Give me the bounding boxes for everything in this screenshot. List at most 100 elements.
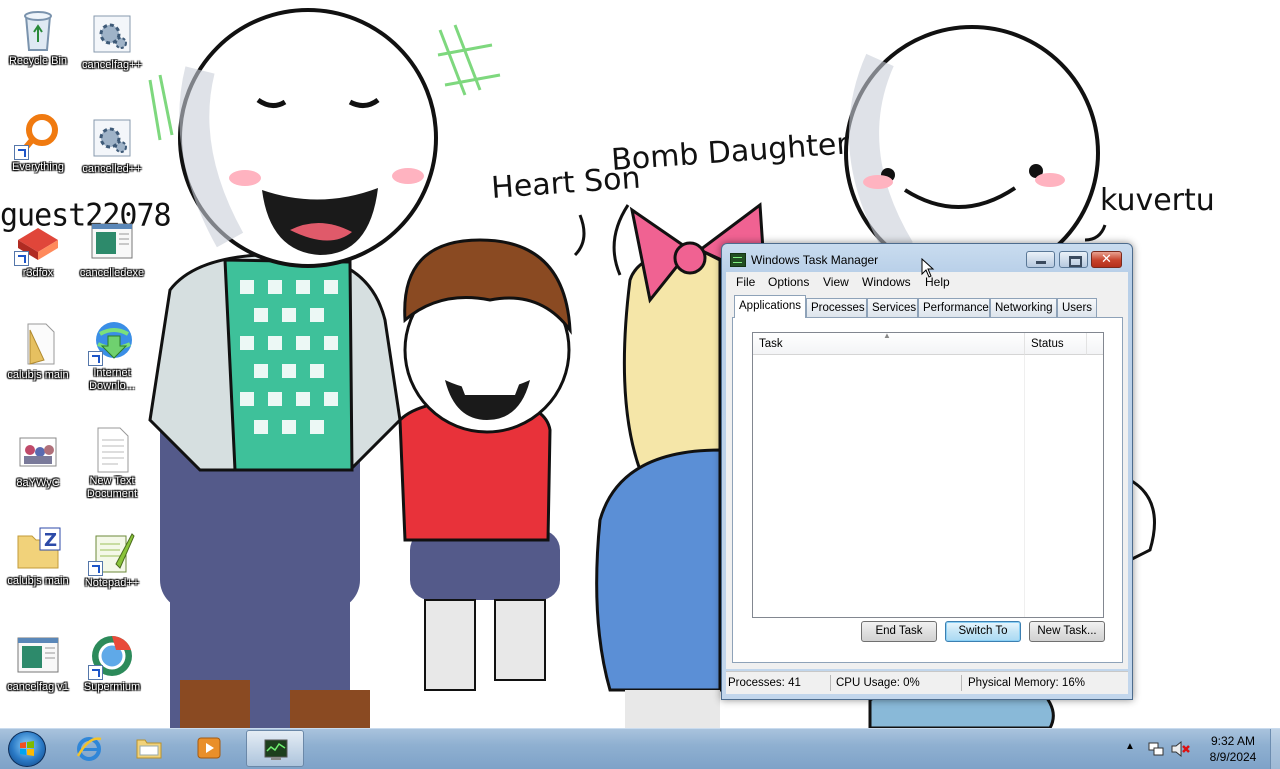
task-manager-window[interactable]: Windows Task Manager ✕ File Options View… — [721, 243, 1133, 700]
desktop-icon-label: calubjs main — [7, 575, 69, 587]
desktop-icon-label: Internet Downlo... — [89, 367, 135, 392]
image-file-icon — [14, 428, 62, 476]
column-label: Task — [759, 338, 783, 350]
shortcut-arrow-icon — [88, 351, 103, 366]
shortcut-arrow-icon — [88, 665, 103, 680]
settings-app-icon — [88, 114, 136, 162]
text-document-icon — [88, 426, 136, 474]
task-manager-body: Applications Processes Services Performa… — [726, 292, 1128, 669]
desktop-icon-label: calubjs main — [7, 369, 69, 381]
desktop-icon-label: cancelledexe — [79, 267, 145, 279]
status-processes: Processes: 41 — [726, 675, 831, 691]
column-divider — [1024, 355, 1025, 617]
desktop-icon-cancelfag-v1[interactable]: cancelfag v1 — [0, 632, 76, 694]
switch-to-button[interactable]: Switch To — [945, 621, 1021, 642]
task-manager-icon — [730, 253, 746, 267]
column-header-filler — [1087, 333, 1103, 355]
desktop-icon-recycle-bin[interactable]: Recycle Bin — [0, 6, 76, 68]
menu-windows[interactable]: Windows — [862, 275, 911, 289]
tab-networking[interactable]: Networking — [990, 298, 1057, 317]
close-icon: ✕ — [1101, 252, 1112, 267]
close-button[interactable]: ✕ — [1091, 251, 1122, 268]
tab-applications[interactable]: Applications — [734, 295, 806, 318]
shortcut-arrow-icon — [14, 251, 29, 266]
status-physical-memory: Physical Memory: 16% — [968, 677, 1085, 689]
recycle-bin-icon — [14, 6, 62, 54]
maximize-button[interactable] — [1059, 251, 1088, 268]
desktop-icon-label: New Text Document — [86, 475, 138, 500]
desktop-icon-cancelfag[interactable]: cancelfag++ — [74, 10, 150, 72]
desktop-icon-supermium[interactable]: Supermium — [74, 632, 150, 694]
tab-processes[interactable]: Processes — [806, 298, 867, 317]
desktop-icon-label: Notepad++ — [84, 577, 140, 589]
media-player-icon — [197, 737, 221, 759]
taskbar-windows-explorer[interactable] — [120, 730, 178, 767]
notepad-plus-plus-icon — [88, 528, 136, 576]
new-task-button[interactable]: New Task... — [1029, 621, 1105, 642]
settings-app-icon — [88, 10, 136, 58]
menu-file[interactable]: File — [736, 275, 755, 289]
desktop-icon-label: Recycle Bin — [8, 55, 68, 67]
svg-text:Z: Z — [44, 530, 57, 551]
mouse-cursor-icon — [921, 258, 935, 278]
maximize-icon — [1069, 256, 1082, 267]
column-header-status[interactable]: Status — [1025, 333, 1087, 355]
taskbar-internet-explorer[interactable] — [60, 730, 118, 767]
desktop-icon-label: cancelfag++ — [82, 59, 142, 71]
tab-performance[interactable]: Performance — [918, 298, 990, 317]
desktop-icon-label: Everything — [12, 161, 64, 173]
desktop-icon-8aywyc[interactable]: 8aYWyC — [0, 428, 76, 490]
column-label: Status — [1031, 338, 1064, 350]
menu-view[interactable]: View — [823, 275, 849, 289]
clock-date[interactable]: 8/9/2024 — [1198, 750, 1268, 764]
clock-time[interactable]: 9:32 AM — [1198, 734, 1268, 748]
desktop-icon-label: 8aYWyC — [16, 477, 60, 489]
network-icon[interactable] — [1147, 740, 1165, 758]
column-header-task[interactable]: Task ▲ — [753, 331, 1025, 355]
taskbar-media-player[interactable] — [180, 730, 238, 767]
desktop-icon-label: cancelfag v1 — [7, 681, 69, 693]
everything-search-icon — [14, 112, 62, 160]
desktop-icon-calubjs-main-zip[interactable]: Z calubjs main — [0, 526, 76, 588]
window-app-icon — [14, 632, 62, 680]
status-bar: Processes: 41 CPU Usage: 0% Physical Mem… — [726, 671, 1128, 694]
desktop-icon-new-text-document[interactable]: New Text Document — [74, 426, 150, 501]
windows-logo-icon — [20, 741, 34, 756]
notification-area: ▲ 9:32 AM 8/9/2024 — [1120, 729, 1280, 769]
taskbar: ▲ 9:32 AM 8/9/2024 — [0, 728, 1280, 769]
end-task-button[interactable]: End Task — [861, 621, 937, 642]
window-app-icon — [88, 218, 136, 266]
zip-folder-icon: Z — [14, 526, 62, 574]
tab-users[interactable]: Users — [1057, 298, 1097, 317]
minimize-button[interactable] — [1026, 251, 1055, 268]
desktop-icon-internet-download-manager[interactable]: Internet Downlo... — [74, 318, 150, 393]
caption-bomb: Bomb Daughter — [610, 126, 850, 178]
task-list[interactable]: Task ▲ Status — [752, 332, 1104, 618]
taskbar-task-manager[interactable] — [246, 730, 304, 767]
internet-explorer-icon — [76, 737, 102, 761]
desktop-icon-calubjs-main-folder[interactable]: calubjs main — [0, 320, 76, 382]
show-desktop-button[interactable] — [1270, 729, 1280, 769]
internet-download-manager-icon — [88, 318, 136, 366]
menu-options[interactable]: Options — [768, 275, 809, 289]
shortcut-arrow-icon — [88, 561, 103, 576]
supermium-browser-icon — [88, 632, 136, 680]
window-title: Windows Task Manager — [751, 253, 879, 267]
tab-services[interactable]: Services — [867, 298, 918, 317]
start-button[interactable] — [8, 731, 46, 767]
volume-muted-icon[interactable] — [1170, 740, 1190, 758]
desktop-icon-r3dfox[interactable]: r3dfox — [0, 218, 76, 280]
desktop-icon-cancelled[interactable]: cancelled++ — [74, 114, 150, 176]
task-manager-icon — [264, 739, 288, 760]
desktop-icon-notepad-plus-plus[interactable]: Notepad++ — [74, 528, 150, 590]
desktop-icon-everything[interactable]: Everything — [0, 112, 76, 174]
desktop-icon-label: Supermium — [83, 681, 141, 693]
minimize-icon — [1036, 261, 1046, 264]
applications-panel: Task ▲ Status End Task Switch To New Tas… — [732, 317, 1123, 663]
folder-icon — [14, 320, 62, 368]
desktop-icon-label: r3dfox — [22, 267, 54, 279]
desktop-icon-cancelledexe[interactable]: cancelledexe — [74, 218, 150, 280]
show-hidden-icons-icon[interactable]: ▲ — [1125, 741, 1135, 752]
status-cpu-usage: CPU Usage: 0% — [834, 675, 962, 691]
sort-ascending-icon: ▲ — [883, 331, 891, 340]
